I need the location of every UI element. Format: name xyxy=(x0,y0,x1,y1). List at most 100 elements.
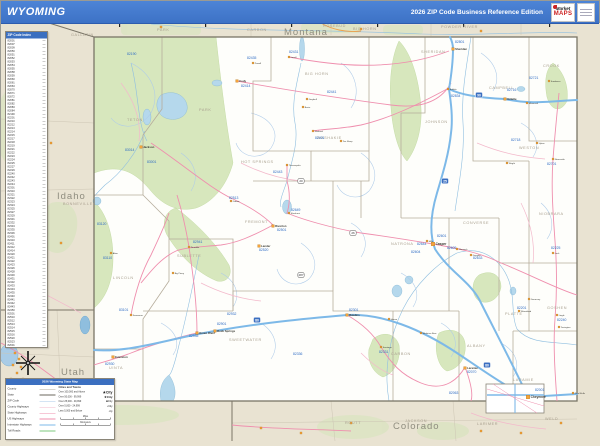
zip-label: 82644 xyxy=(417,242,427,246)
legend-line-sample-icon xyxy=(39,388,56,390)
title-bar: WYOMING 2026 ZIP Code Business Reference… xyxy=(1,1,599,24)
city-marker: Lander xyxy=(257,244,271,248)
legend-line-sample-icon xyxy=(39,412,56,414)
legend-line-sample-icon xyxy=(39,430,56,432)
svg-text:80: 80 xyxy=(255,318,259,322)
zip-index-list: 82001 82007 82009 82050 82051 82052 82053 82054… xyxy=(6,39,47,348)
city-label: Newcastle xyxy=(555,158,566,161)
zip-label: 82930 xyxy=(105,362,115,366)
city-dot xyxy=(557,325,561,329)
city-dot xyxy=(527,297,531,301)
city-dot xyxy=(339,139,343,143)
city-marker: Douglas xyxy=(469,253,482,257)
city-dot xyxy=(505,161,509,165)
city-marker: Big Piney xyxy=(171,271,185,275)
city-label: Wheatland xyxy=(521,310,532,313)
city-label: Basin xyxy=(305,107,311,109)
us-route-shield-icon: 20 xyxy=(297,178,305,184)
zip-label: 83110 xyxy=(103,256,112,260)
city-label: Riverton xyxy=(275,224,287,228)
zip-label: 82649 xyxy=(291,208,301,212)
city-label: Sheridan xyxy=(455,47,467,51)
zip-label: 82609 xyxy=(447,246,457,250)
legend-boundary-list: County State ZIP Code County Highways State … xyxy=(8,386,56,434)
county-label: BONNEVILLE xyxy=(63,202,93,206)
county-label: PARK xyxy=(199,108,211,112)
zip-label: 82935 xyxy=(189,334,199,338)
county-label: TETON xyxy=(127,118,143,122)
city-label: Upton xyxy=(539,142,546,145)
legend-city-list: Over 100,000 and Above ★City Over 50,000 -… xyxy=(59,390,113,413)
city-label: Thermopolis xyxy=(289,164,302,167)
city-dot xyxy=(345,313,349,317)
city-dot xyxy=(305,97,309,101)
city-label: Glenrock xyxy=(459,248,469,251)
city-dot xyxy=(571,391,575,395)
zip-label: 82932 xyxy=(227,312,237,316)
county-label: CARBON xyxy=(391,352,411,356)
edition-label: 2026 ZIP Code Business Reference Edition xyxy=(410,8,543,16)
city-label: Cheyenne xyxy=(531,395,546,399)
zip-label: 82225 xyxy=(551,246,561,250)
city-label: Lander xyxy=(261,244,271,248)
zip-label: 82301 xyxy=(349,308,359,312)
zip-label: 82716 xyxy=(507,88,517,92)
city-label: Moorcroft xyxy=(529,102,539,105)
zip-label: 82513 xyxy=(229,196,239,200)
zip-label: 82001 xyxy=(535,388,545,392)
city-label: Afton xyxy=(113,252,119,255)
city-dot xyxy=(387,317,391,321)
city-label: Casper xyxy=(436,242,448,246)
svg-text:20: 20 xyxy=(299,179,303,183)
city-marker: Pine Bluffs xyxy=(571,391,586,395)
zip-label: 82070 xyxy=(467,370,477,374)
county-label: CONVERSE xyxy=(463,221,489,225)
city-marker: Rawlins xyxy=(345,313,360,317)
city-label: Medicine Bow xyxy=(423,333,437,335)
city-marker: Torrington xyxy=(557,325,571,329)
county-label: BIG HORN xyxy=(353,27,377,31)
city-dot xyxy=(451,47,455,51)
scale-bar: Kilometers xyxy=(59,421,113,426)
city-dot xyxy=(425,239,429,243)
city-dot xyxy=(551,251,555,255)
city-label: Ten Sleep xyxy=(343,141,354,143)
city-dot xyxy=(526,395,530,399)
legend-line-sample-icon xyxy=(39,394,56,396)
city-dot xyxy=(287,55,291,59)
zip-label: 83101 xyxy=(119,308,129,312)
city-marker: Sundance xyxy=(547,79,561,83)
zip-label: 82721 xyxy=(529,76,539,80)
city-marker: Guernsey xyxy=(527,297,541,301)
city-marker: Glenrock xyxy=(455,247,469,251)
zip-label: 83001 xyxy=(147,160,157,164)
city-dot xyxy=(535,141,539,145)
city-dot xyxy=(311,129,315,133)
us-route-shield-icon: 287 xyxy=(297,272,305,278)
zip-label: 82401 xyxy=(315,136,325,140)
city-label: Buffalo xyxy=(450,89,458,91)
city-marker: Greybull xyxy=(305,97,317,101)
city-size-sample-icon: ▪City xyxy=(107,404,113,408)
zip-label: 82834 xyxy=(451,94,461,98)
scale-bar: Miles xyxy=(59,415,113,420)
city-label: Lingle xyxy=(559,315,566,317)
svg-text:25: 25 xyxy=(443,179,447,183)
city-dot xyxy=(547,79,551,83)
city-dot xyxy=(271,224,275,228)
city-label: Lovell xyxy=(291,57,297,59)
city-label: Big Piney xyxy=(175,273,185,275)
logo-text-bottom: MAPS xyxy=(553,11,573,18)
city-dot xyxy=(551,157,555,161)
city-marker: Kemmerer xyxy=(129,313,143,317)
zip-label: 82431 xyxy=(289,50,299,54)
city-label: Kemmerer xyxy=(133,314,143,317)
city-marker: Pinedale xyxy=(187,245,200,249)
city-dot xyxy=(285,163,289,167)
city-marker: Sheridan xyxy=(451,47,467,51)
city-dot xyxy=(187,245,191,249)
city-dot xyxy=(111,355,115,359)
city-label: Gillette xyxy=(507,97,517,101)
county-label: UINTA xyxy=(109,366,123,370)
reference-badge-icon xyxy=(577,2,595,22)
